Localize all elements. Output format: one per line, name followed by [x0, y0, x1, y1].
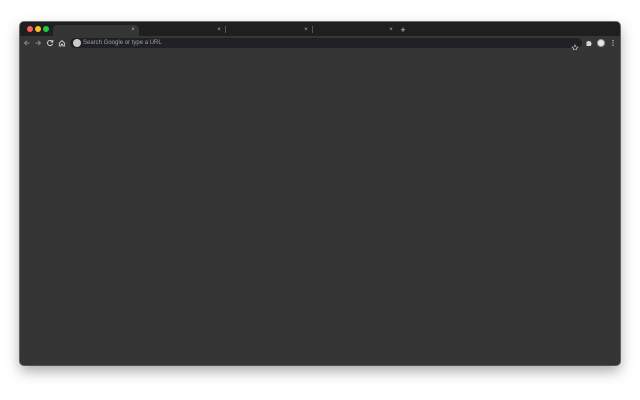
window-maximize-button[interactable]: [43, 26, 49, 32]
reload-icon[interactable]: [45, 38, 55, 48]
forward-arrow-icon[interactable]: [33, 38, 43, 48]
back-arrow-icon[interactable]: [22, 38, 32, 48]
puzzle-icon[interactable]: [584, 38, 594, 48]
home-icon[interactable]: [57, 38, 67, 48]
tab-4[interactable]: ×: [313, 25, 397, 36]
tab-2[interactable]: ×: [139, 25, 225, 36]
tab-close-icon[interactable]: ×: [215, 25, 223, 36]
browser-window: × × × × + Search Google or type a URL: [20, 22, 620, 365]
omnibox-placeholder: Search Google or type a URL: [83, 40, 162, 46]
toolbar: Search Google or type a URL: [20, 36, 620, 52]
kebab-menu-icon[interactable]: [608, 38, 618, 48]
new-tab-button[interactable]: +: [398, 25, 408, 36]
tab-3[interactable]: ×: [226, 25, 312, 36]
window-minimize-button[interactable]: [35, 26, 41, 32]
profile-avatar-icon[interactable]: [597, 39, 605, 47]
star-icon[interactable]: [571, 39, 579, 52]
window-close-button[interactable]: [27, 26, 33, 32]
tab-strip: × × × × +: [20, 22, 620, 36]
tab-1[interactable]: ×: [53, 25, 139, 36]
page-content: [20, 50, 620, 365]
omnibox[interactable]: Search Google or type a URL: [70, 38, 582, 52]
google-g-icon: [73, 39, 81, 47]
tab-close-icon[interactable]: ×: [387, 25, 395, 36]
tab-close-icon[interactable]: ×: [129, 25, 137, 36]
tab-close-icon[interactable]: ×: [302, 25, 310, 36]
